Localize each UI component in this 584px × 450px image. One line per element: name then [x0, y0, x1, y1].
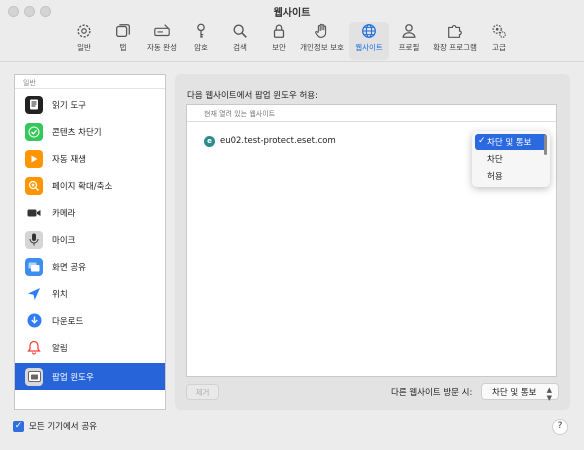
select-value: 차단 및 통보 — [492, 388, 537, 398]
other-sites-select[interactable]: 차단 및 통보 ▲ ▼ — [481, 383, 559, 402]
puzzle-icon — [448, 25, 462, 38]
site-favicon-icon: e — [204, 135, 215, 147]
gear-icon — [77, 24, 91, 38]
sidebar-item-screen-sharing[interactable]: 화면 공유 — [15, 253, 165, 280]
checkmark-icon — [25, 122, 43, 141]
share-across-devices[interactable]: ✓ 모든 기기에서 공유 — [13, 420, 97, 432]
sidebar-item-microphone[interactable]: 마이크 — [15, 226, 165, 253]
hand-icon — [315, 23, 327, 38]
sidebar-item-label: 카메라 — [52, 208, 76, 219]
column-header: 현재 열려 있는 웹사이트 — [187, 105, 556, 122]
reader-icon — [25, 95, 43, 114]
gears-icon — [492, 24, 506, 38]
sidebar-item-notifications[interactable]: 알림 — [15, 334, 165, 361]
setting-dropdown-menu[interactable]: ✓ 차단 및 통보 차단 허용 — [472, 131, 550, 187]
sidebar-item-page-zoom[interactable]: 페이지 확대/축소 — [15, 172, 165, 199]
sidebar-item-label: 알림 — [52, 343, 68, 354]
share-checkbox[interactable]: ✓ — [13, 420, 24, 432]
sidebar-item-label: 콘텐츠 차단기 — [52, 127, 102, 138]
tab-label: 일반 — [77, 43, 91, 52]
sidebar-item-autoplay[interactable]: 자동 재생 — [15, 145, 165, 172]
toolbar: 웹사이트 일반 탭 자동 완성 암호 검색 보안 개인정보 보호 웹사이트 프로… — [0, 0, 584, 62]
zoom-icon — [25, 176, 43, 195]
other-sites-label: 다른 웹사이트 방문 시: — [391, 388, 473, 398]
microphone-icon — [25, 230, 43, 249]
dropdown-option-block[interactable]: 차단 — [475, 151, 547, 167]
dropdown-option-allow[interactable]: 허용 — [475, 168, 547, 184]
sidebar-item-label: 자동 재생 — [52, 154, 86, 165]
sidebar-section-header: 일반 — [15, 75, 165, 89]
tab-label: 탭 — [119, 43, 127, 52]
tab-label: 개인정보 보호 — [300, 43, 344, 52]
sidebar-item-location[interactable]: 위치 — [15, 280, 165, 307]
popup-window-icon — [25, 367, 43, 386]
sidebar-item-label: 읽기 도구 — [52, 100, 86, 111]
tabs-icon — [116, 24, 130, 38]
panel-heading: 다음 웹사이트에서 팝업 윈도우 허용: — [187, 91, 318, 101]
tab-label: 고급 — [492, 43, 506, 52]
sidebar-item-label: 다운로드 — [52, 316, 84, 327]
location-arrow-icon — [25, 284, 43, 303]
globe-icon — [362, 24, 376, 38]
option-label: 허용 — [487, 172, 503, 182]
sidebar-item-label: 화면 공유 — [52, 262, 86, 273]
tab-label: 프로필 — [398, 43, 420, 52]
checkmark-icon: ✓ — [478, 136, 486, 146]
tab-label: 웹사이트 — [355, 43, 383, 52]
lock-icon — [273, 24, 285, 38]
key-icon — [197, 23, 205, 38]
site-name: eu02.test-protect.eset.com — [220, 136, 336, 146]
screen-share-icon — [25, 257, 43, 276]
tab-privacy[interactable]: 개인정보 보호 — [294, 22, 350, 60]
websites-table: 현재 열려 있는 웹사이트 e eu02.test-protect.eset.c… — [186, 104, 557, 377]
person-icon — [402, 24, 416, 38]
main-panel: 다음 웹사이트에서 팝업 윈도우 허용: 현재 열려 있는 웹사이트 e eu0… — [175, 74, 570, 410]
tab-label: 확장 프로그램 — [433, 43, 477, 52]
remove-button[interactable]: 제거 — [186, 384, 219, 400]
sidebar-item-content-blockers[interactable]: 콘텐츠 차단기 — [15, 118, 165, 145]
option-label: 차단 — [487, 155, 503, 165]
tab-websites[interactable]: 웹사이트 — [349, 22, 389, 60]
tab-profiles[interactable]: 프로필 — [384, 22, 434, 60]
download-icon — [25, 311, 43, 330]
sidebar-item-downloads[interactable]: 다운로드 — [15, 307, 165, 334]
tab-label: 암호 — [194, 43, 208, 52]
sidebar-item-camera[interactable]: 카메라 — [15, 199, 165, 226]
sidebar-item-label: 팝업 윈도우 — [52, 372, 94, 383]
share-label: 모든 기기에서 공유 — [29, 422, 97, 432]
help-button[interactable]: ? — [552, 419, 568, 435]
tab-label: 검색 — [233, 43, 247, 52]
tab-advanced[interactable]: 고급 — [474, 22, 524, 60]
tab-label: 보안 — [272, 43, 286, 52]
sidebar: 일반 읽기 도구 콘텐츠 차단기 자동 재생 페이지 확대/축소 카메라 마이크… — [14, 74, 166, 410]
chevron-up-down-icon: ▲ ▼ — [546, 386, 552, 402]
bell-icon — [25, 338, 43, 357]
camera-icon — [25, 203, 43, 222]
sidebar-item-label: 페이지 확대/축소 — [52, 181, 113, 192]
tab-label: 자동 완성 — [147, 43, 177, 52]
sidebar-item-label: 마이크 — [52, 235, 76, 246]
sidebar-item-reader[interactable]: 읽기 도구 — [15, 91, 165, 118]
sidebar-item-label: 위치 — [52, 289, 68, 300]
play-icon — [25, 149, 43, 168]
option-label: 차단 및 통보 — [487, 138, 532, 148]
sidebar-item-popup-windows[interactable]: 팝업 윈도우 — [15, 363, 165, 390]
autofill-icon — [154, 24, 170, 37]
window-title: 웹사이트 — [273, 8, 311, 19]
search-icon — [233, 24, 247, 38]
dropdown-option-block-notify[interactable]: ✓ 차단 및 통보 — [475, 134, 547, 150]
